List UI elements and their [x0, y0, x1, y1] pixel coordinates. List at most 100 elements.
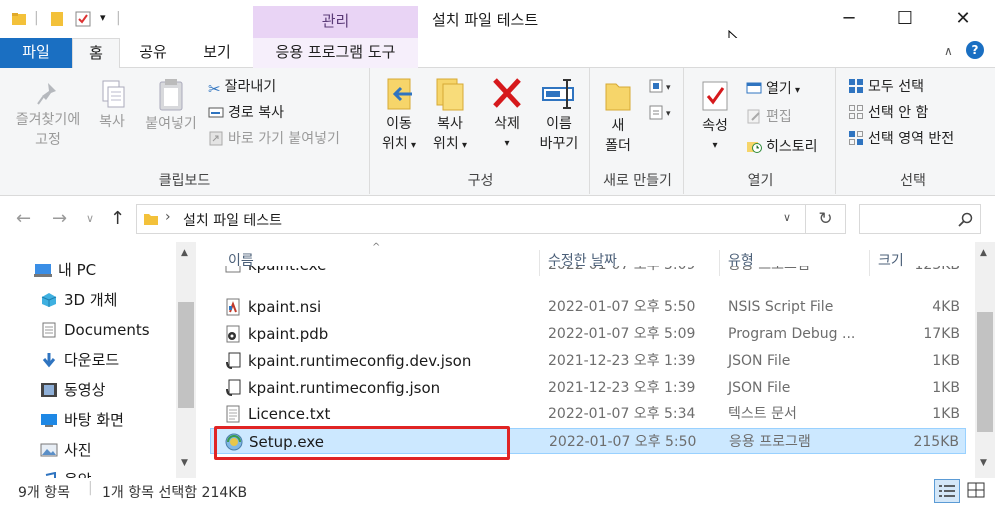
copy-to-line1: 복사 — [437, 116, 463, 132]
address-bar[interactable]: › 설치 파일 테스트 ∨ — [136, 204, 806, 234]
edit-button[interactable]: 편집 — [746, 106, 792, 128]
new-folder-line1: 새 — [611, 118, 625, 134]
pin-to-quick-access-button[interactable]: 즐겨찾기에 고정 — [6, 80, 90, 150]
file-type: 텍스트 문서 — [728, 406, 797, 422]
details-view-button[interactable] — [934, 479, 960, 503]
scroll-up-icon[interactable]: ▲ — [980, 248, 987, 258]
nav-item-pictures[interactable]: 사진 — [40, 436, 92, 464]
nsis-script-icon — [226, 298, 240, 316]
table-row[interactable]: kpaint.nsi 2022-01-07 오후 5:50 NSIS Scrip… — [210, 294, 966, 320]
properties-icon — [702, 81, 728, 111]
paste-button[interactable]: 붙여넣기 — [138, 78, 204, 134]
paste-shortcut-label: 바로 가기 붙여넣기 — [228, 131, 340, 147]
breadcrumb-current-folder[interactable]: 설치 파일 테스트 — [183, 210, 282, 230]
copy-path-label: 경로 복사 — [228, 105, 284, 121]
move-to-button[interactable]: 이동 위치 ▾ — [376, 76, 422, 156]
file-type: JSON File — [728, 380, 791, 396]
file-size: 1KB — [932, 406, 960, 422]
new-folder-button[interactable]: 새 폴더 — [596, 78, 640, 156]
back-arrow-icon[interactable]: ← — [16, 208, 31, 229]
search-input[interactable] — [859, 204, 981, 234]
easy-access-icon[interactable]: ▾ — [648, 104, 678, 122]
table-row[interactable]: kpaint.pdb 2022-01-07 오후 5:09 Program De… — [210, 321, 966, 347]
forward-arrow-icon[interactable]: → — [52, 208, 67, 229]
nav-scrollbar-thumb[interactable] — [178, 302, 194, 408]
table-row[interactable]: kpaint.exe 2022-01-07 오후 5:09 응용 프로그램 12… — [210, 266, 966, 286]
video-icon — [41, 383, 57, 397]
context-tab-manage[interactable]: 관리 — [253, 6, 418, 38]
file-size: 215KB — [913, 434, 959, 450]
file-date: 2022-01-07 오후 5:09 — [548, 266, 695, 278]
folder-icon — [12, 13, 26, 25]
nav-item-3d-objects[interactable]: 3D 개체 — [40, 286, 117, 314]
copy-to-line2: 위치 — [433, 136, 459, 152]
table-row[interactable]: kpaint.runtimeconfig.dev.json 2021-12-23… — [210, 348, 966, 374]
properties-icon[interactable] — [74, 10, 92, 28]
close-button[interactable]: ✕ — [940, 6, 986, 34]
nav-item-downloads[interactable]: 다운로드 — [40, 346, 119, 374]
file-list-scrollbar-thumb[interactable] — [977, 312, 993, 432]
refresh-button[interactable]: ↻ — [806, 204, 846, 234]
select-group-label: 선택 — [900, 173, 926, 189]
new-group-label: 새로 만들기 — [603, 173, 672, 189]
copy-button[interactable]: 복사 — [90, 78, 134, 132]
tab-share[interactable]: 공유 — [122, 38, 184, 68]
table-row[interactable]: Licence.txt 2022-01-07 오후 5:34 텍스트 문서 1K… — [210, 401, 966, 427]
tab-view[interactable]: 보기 — [186, 38, 248, 68]
copy-to-icon — [436, 78, 464, 111]
delete-button[interactable]: 삭제 ▾ — [482, 76, 532, 154]
help-icon[interactable]: ? — [966, 41, 984, 59]
paste-shortcut-button[interactable]: 바로 가기 붙여넣기 — [208, 128, 340, 150]
chevron-down-icon: ▾ — [791, 85, 800, 96]
chevron-up-icon[interactable]: ∧ — [944, 44, 953, 58]
minimize-button[interactable]: ─ — [826, 6, 872, 34]
address-history-dropdown[interactable]: ∨ — [783, 211, 791, 224]
customize-toolbar-dropdown[interactable]: ▾ — [100, 11, 106, 24]
copy-to-button[interactable]: 복사 위치 ▾ — [426, 76, 474, 156]
nav-item-label: 바탕 화면 — [64, 411, 124, 429]
file-type: Program Debug ... — [728, 326, 856, 342]
navigation-pane: 내 PC 3D 개체 Documents 다운로드 동영상 바탕 화면 사진 음… — [0, 242, 196, 489]
select-none-button[interactable]: 선택 안 함 — [848, 102, 928, 124]
divider: | — [34, 10, 39, 26]
table-row[interactable]: kpaint.runtimeconfig.json 2021-12-23 오후 … — [210, 375, 966, 401]
nav-item-videos[interactable]: 동영상 — [40, 376, 105, 404]
file-name: kpaint.exe — [248, 266, 326, 278]
tab-application-tools[interactable]: 응용 프로그램 도구 — [253, 38, 418, 68]
tab-file[interactable]: 파일 — [0, 38, 72, 68]
properties-button[interactable]: 속성 ▾ — [692, 78, 738, 156]
documents-icon — [42, 322, 56, 338]
desktop-icon — [41, 414, 57, 427]
delete-label: 삭제 — [494, 116, 520, 132]
new-folder-icon[interactable] — [48, 10, 66, 28]
file-size: 1KB — [932, 353, 960, 369]
nav-item-desktop[interactable]: 바탕 화면 — [40, 406, 124, 434]
chevron-down-icon: ▾ — [458, 140, 467, 151]
scroll-down-icon[interactable]: ▼ — [980, 458, 987, 468]
nav-item-this-pc[interactable]: 내 PC — [34, 256, 96, 284]
rename-button[interactable]: 이름 바꾸기 — [532, 76, 586, 154]
copy-path-button[interactable]: 경로 복사 — [208, 102, 284, 124]
maximize-button[interactable]: ☐ — [882, 6, 928, 34]
tab-home[interactable]: 홈 — [72, 38, 120, 69]
svg-text:▾: ▾ — [666, 109, 671, 119]
scroll-down-icon[interactable]: ▼ — [181, 458, 188, 468]
large-icons-view-icon — [967, 482, 985, 498]
nav-item-documents[interactable]: Documents — [40, 316, 150, 344]
select-all-button[interactable]: 모두 선택 — [848, 76, 924, 98]
scroll-up-icon[interactable]: ▲ — [181, 248, 188, 258]
invert-selection-button[interactable]: 선택 영역 반전 — [848, 128, 954, 150]
recent-locations-dropdown[interactable]: ∨ — [86, 212, 94, 225]
nav-item-label: 내 PC — [58, 261, 97, 279]
open-icon — [746, 82, 762, 94]
selection-info: 1개 항목 선택함 214KB — [102, 485, 248, 501]
large-icons-view-button[interactable] — [964, 479, 990, 503]
search-icon — [958, 212, 973, 227]
history-button[interactable]: 히스토리 — [746, 136, 818, 158]
up-arrow-icon[interactable]: ↑ — [110, 208, 125, 229]
cut-button[interactable]: ✂ 잘라내기 — [208, 76, 276, 98]
rename-line1: 이름 — [546, 116, 572, 132]
file-date: 2021-12-23 오후 1:39 — [548, 380, 696, 396]
open-button[interactable]: 열기 ▾ — [746, 78, 800, 100]
new-item-icon[interactable]: ▾ — [648, 78, 678, 96]
